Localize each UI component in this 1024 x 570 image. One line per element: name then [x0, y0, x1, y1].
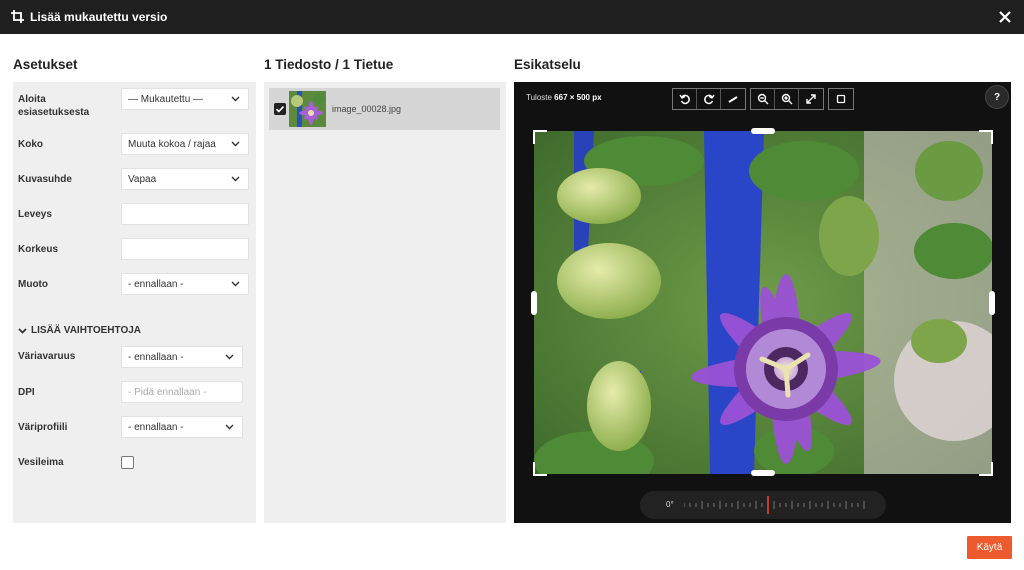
crop-handle-left[interactable]	[531, 291, 537, 315]
colorprofile-label: Väriprofiili	[18, 422, 68, 433]
zoom-in-icon	[781, 93, 792, 105]
help-button[interactable]: ?	[985, 85, 1009, 109]
straighten-button[interactable]	[721, 89, 745, 109]
more-options-label: LISÄÄ VAIHTOEHTOJA	[31, 325, 142, 336]
crop-handle-top[interactable]	[751, 128, 775, 134]
chevron-down-icon	[225, 354, 234, 360]
height-input[interactable]	[121, 238, 249, 260]
rotation-ruler	[684, 496, 865, 514]
height-label: Korkeus	[18, 244, 59, 255]
zoom-in-button[interactable]	[775, 89, 799, 109]
straighten-icon	[728, 96, 738, 103]
chevron-down-icon	[231, 96, 240, 102]
chevron-down-icon	[18, 327, 27, 334]
more-options-toggle[interactable]: LISÄÄ VAIHTOEHTOJA	[18, 325, 141, 336]
crop-handle-right[interactable]	[989, 291, 995, 315]
zoom-out-button[interactable]	[751, 89, 775, 109]
crop-icon	[11, 10, 24, 23]
dpi-label: DPI	[18, 387, 35, 398]
apply-button[interactable]: Käytä	[967, 536, 1012, 559]
preview-image	[534, 131, 992, 474]
zoom-toolbar	[750, 88, 824, 110]
output-size: Tuloste 667 × 500 px	[526, 93, 602, 102]
preview-heading: Esikatselu	[514, 57, 581, 72]
chevron-down-icon	[225, 424, 234, 430]
watermark-label: Vesileima	[18, 457, 64, 468]
file-thumbnail	[289, 91, 326, 127]
close-icon[interactable]	[996, 8, 1014, 26]
colorprofile-select[interactable]: - ennallaan -	[121, 416, 243, 438]
file-name: image_00028.jpg	[332, 104, 402, 114]
format-value: - ennallaan -	[128, 278, 184, 290]
preview-canvas: Tuloste 667 × 500 px ? 0°	[514, 82, 1011, 523]
output-dimensions: 667 × 500 px	[554, 93, 602, 102]
format-select[interactable]: - ennallaan -	[121, 273, 249, 295]
files-panel	[264, 82, 506, 523]
format-label: Muoto	[18, 279, 48, 290]
crop-handle-bottom[interactable]	[751, 470, 775, 476]
file-item[interactable]: image_00028.jpg	[269, 88, 500, 130]
crop-corner-top-left[interactable]	[533, 130, 547, 144]
preset-select[interactable]: — Mukautettu —	[121, 88, 249, 110]
rotate-left-button[interactable]	[673, 89, 697, 109]
width-input[interactable]	[121, 203, 249, 225]
crop-frame-button[interactable]	[829, 89, 853, 109]
rotate-right-icon	[703, 94, 715, 105]
window-title: Lisää mukautettu versio	[30, 10, 168, 24]
size-label: Koko	[18, 139, 43, 150]
crop-frame-toolbar	[828, 88, 854, 110]
size-value: Muuta kokoa / rajaa	[128, 138, 216, 150]
rotate-right-button[interactable]	[697, 89, 721, 109]
zoom-out-icon	[757, 93, 768, 105]
width-label: Leveys	[18, 209, 52, 220]
crop-corner-bottom-left[interactable]	[533, 462, 547, 476]
preset-value: — Mukautettu —	[128, 93, 204, 105]
files-heading: 1 Tiedosto / 1 Tietue	[264, 57, 394, 72]
rotate-left-icon	[678, 94, 690, 105]
output-label: Tuloste	[526, 93, 552, 102]
rotation-dial[interactable]: 0°	[640, 491, 886, 519]
rotation-value: 0°	[666, 500, 674, 509]
aspect-label: Kuvasuhde	[18, 174, 72, 185]
crop-corner-top-right[interactable]	[979, 130, 993, 144]
colorspace-label: Väriavaruus	[18, 351, 76, 362]
chevron-down-icon	[231, 176, 240, 182]
colorspace-select[interactable]: - ennallaan -	[121, 346, 243, 368]
colorspace-value: - ennallaan -	[128, 351, 184, 363]
title-bar: Lisää mukautettu versio	[0, 0, 1024, 34]
watermark-checkbox[interactable]	[121, 456, 134, 469]
chevron-down-icon	[231, 281, 240, 287]
crop-frame-icon	[836, 94, 846, 104]
settings-heading: Asetukset	[13, 57, 78, 72]
aspect-select[interactable]: Vapaa	[121, 168, 249, 190]
rotate-toolbar	[672, 88, 746, 110]
chevron-down-icon	[231, 141, 240, 147]
preset-label: Aloita esiasetuksesta	[18, 94, 90, 118]
checkbox-checked-icon[interactable]	[274, 103, 286, 115]
crop-corner-bottom-right[interactable]	[979, 462, 993, 476]
fit-icon	[806, 94, 816, 104]
aspect-value: Vapaa	[128, 173, 157, 185]
dpi-input[interactable]: - Pidä ennallaan -	[121, 381, 243, 403]
colorprofile-value: - ennallaan -	[128, 421, 184, 433]
size-select[interactable]: Muuta kokoa / rajaa	[121, 133, 249, 155]
fit-button[interactable]	[799, 89, 823, 109]
